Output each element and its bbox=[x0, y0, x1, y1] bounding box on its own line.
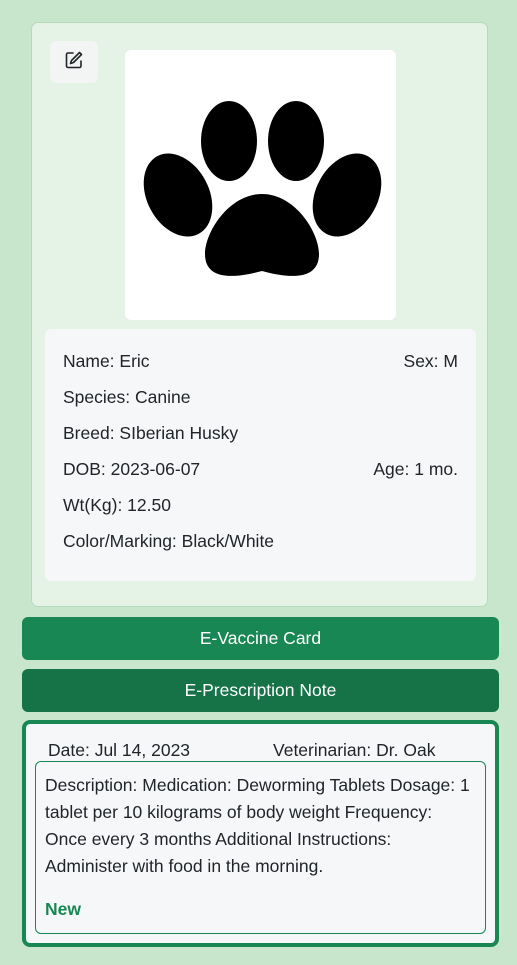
prescription-description: Description: Medication: Deworming Table… bbox=[45, 775, 470, 876]
prescription-body: Description: Medication: Deworming Table… bbox=[35, 761, 486, 934]
pet-species: Species: Canine bbox=[63, 387, 191, 407]
prescription-date: Date: Jul 14, 2023 bbox=[48, 740, 191, 760]
edit-button[interactable] bbox=[50, 41, 98, 83]
prescription-veterinarian: Veterinarian: Dr. Oak bbox=[273, 740, 436, 760]
pet-color-marking: Color/Marking: Black/White bbox=[63, 531, 275, 551]
e-prescription-note-button[interactable]: E-Prescription Note bbox=[22, 669, 499, 712]
pet-weight: Wt(Kg): 12.50 bbox=[63, 495, 171, 515]
pet-sex: Sex: M bbox=[403, 351, 458, 371]
pet-name: Name: Eric bbox=[63, 351, 150, 371]
pet-age: Age: 1 mo. bbox=[373, 459, 458, 479]
pet-photo bbox=[125, 50, 396, 320]
pet-profile-card: Name: Eric Sex: M Species: Canine Breed:… bbox=[31, 22, 488, 607]
e-vaccine-card-button[interactable]: E-Vaccine Card bbox=[22, 617, 499, 660]
edit-icon bbox=[64, 50, 84, 75]
pet-breed: Breed: SIberian Husky bbox=[63, 423, 239, 443]
paw-print-icon bbox=[143, 101, 382, 276]
pet-info-panel: Name: Eric Sex: M Species: Canine Breed:… bbox=[45, 329, 476, 581]
pet-dob: DOB: 2023-06-07 bbox=[63, 459, 201, 479]
prescription-card: Date: Jul 14, 2023 Veterinarian: Dr. Oak… bbox=[22, 720, 499, 947]
status-badge: New bbox=[45, 899, 81, 919]
